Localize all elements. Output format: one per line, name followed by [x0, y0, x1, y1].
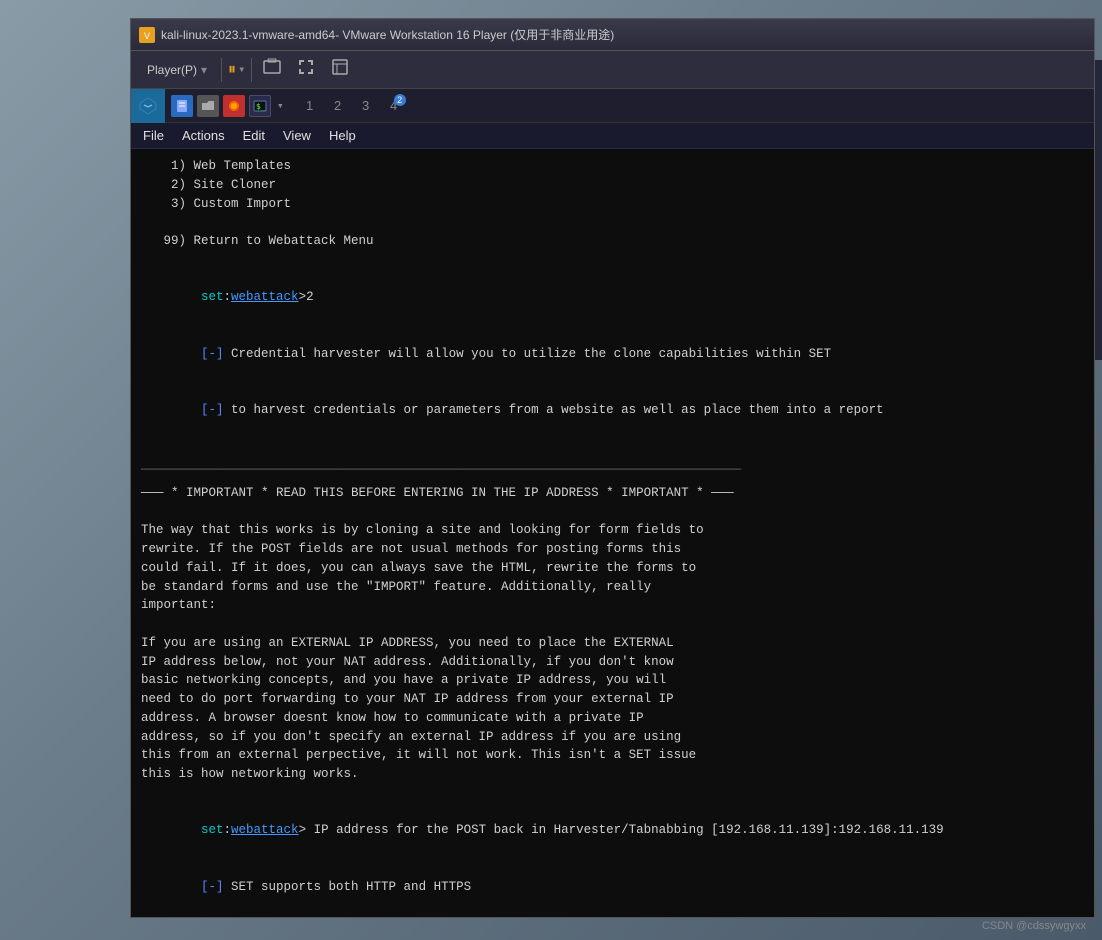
vmware-window: V kali-linux-2023.1-vmware-amd64- VMware…: [130, 18, 1095, 918]
bracket-text-1: Credential harvester will allow you to u…: [224, 347, 832, 361]
pause-dropdown[interactable]: ▾: [238, 62, 245, 77]
menu-file[interactable]: File: [135, 126, 172, 145]
kali-icon: [131, 89, 165, 123]
settings-button[interactable]: [326, 55, 354, 84]
bracket-text-2: to harvest credentials or parameters fro…: [224, 403, 884, 417]
tab-icon-folder[interactable]: [197, 95, 219, 117]
bracket-minus-1: [-]: [201, 347, 224, 361]
tab-icons: $_ ▾: [165, 95, 290, 117]
info-line-13: this is how networking works.: [141, 765, 1084, 784]
toolbar: Player(P) ▾ ⏸ ▾: [131, 51, 1094, 89]
prompt-colon: :: [224, 290, 232, 304]
dropdown-arrow-icon: ▾: [201, 63, 207, 77]
tab-3[interactable]: 3: [352, 92, 380, 120]
blank-1: [141, 213, 1084, 232]
tab-icon-files[interactable]: [171, 95, 193, 117]
tab-4-badge: 2: [394, 94, 406, 106]
menu-edit[interactable]: Edit: [235, 126, 273, 145]
important-line: ——— * IMPORTANT * READ THIS BEFORE ENTER…: [141, 484, 1084, 503]
bracket-minus-2: [-]: [201, 403, 224, 417]
separator: ────────────────────────────────────────…: [141, 461, 1084, 480]
bracket-line-1: [-] Credential harvester will allow you …: [141, 326, 1084, 382]
http-bracket: [-]: [201, 880, 224, 894]
info-line-11: address, so if you don't specify an exte…: [141, 728, 1084, 747]
toolbar-divider-2: [251, 58, 252, 82]
window-title: kali-linux-2023.1-vmware-amd64- VMware W…: [161, 26, 1086, 43]
ip-prompt-colon: :: [224, 823, 232, 837]
prompt-line-1: set:webattack>2: [141, 270, 1084, 326]
info-line-9: need to do port forwarding to your NAT I…: [141, 690, 1084, 709]
blank-6: [141, 784, 1084, 803]
info-line-8: basic networking concepts, and you have …: [141, 671, 1084, 690]
blank-2: [141, 251, 1084, 270]
menu-line-3: 3) Custom Import: [141, 195, 1084, 214]
prompt-webattack: webattack: [231, 290, 299, 304]
ip-prompt-set: set: [201, 823, 224, 837]
info-line-7: IP address below, not your NAT address. …: [141, 653, 1084, 672]
vmware-icon: V: [139, 27, 155, 43]
menu-bar: File Actions Edit View Help: [131, 123, 1094, 149]
http-line: [-] SET supports both HTTP and HTTPS: [141, 859, 1084, 915]
tab-2[interactable]: 2: [324, 92, 352, 120]
ip-prompt-text: > IP address for the POST back in Harves…: [299, 823, 944, 837]
ip-prompt-line: set:webattack> IP address for the POST b…: [141, 803, 1084, 859]
example-line: [-] Example: http://www.thisisafakesite.…: [141, 915, 1084, 917]
terminal-dropdown-icon[interactable]: ▾: [277, 99, 284, 113]
pause-button[interactable]: ⏸ ▾: [228, 61, 245, 79]
prompt-input-1: >2: [299, 290, 314, 304]
prompt-set: set: [201, 290, 224, 304]
tab-numbers: 1 2 3 4 2: [296, 92, 408, 120]
pause-icon: ⏸: [228, 61, 236, 79]
ip-prompt-webattack: webattack: [231, 823, 299, 837]
menu-help[interactable]: Help: [321, 126, 364, 145]
title-bar: V kali-linux-2023.1-vmware-amd64- VMware…: [131, 19, 1094, 51]
blank-5: [141, 615, 1084, 634]
player-label: Player(P): [147, 63, 197, 77]
menu-line-99: 99) Return to Webattack Menu: [141, 232, 1084, 251]
snapshot-button[interactable]: [258, 55, 286, 84]
info-line-4: be standard forms and use the "IMPORT" f…: [141, 578, 1084, 597]
svg-text:V: V: [144, 31, 150, 41]
info-line-12: this from an external perpective, it wil…: [141, 746, 1084, 765]
tab-bar: $_ ▾ 1 2 3 4 2: [131, 89, 1094, 123]
terminal-content[interactable]: 1) Web Templates 2) Site Cloner 3) Custo…: [131, 149, 1094, 917]
bracket-line-2: [-] to harvest credentials or parameters…: [141, 382, 1084, 438]
info-line-6: If you are using an EXTERNAL IP ADDRESS,…: [141, 634, 1084, 653]
svg-text:$_: $_: [256, 102, 266, 111]
menu-line-2: 2) Site Cloner: [141, 176, 1084, 195]
info-line-2: rewrite. If the POST fields are not usua…: [141, 540, 1084, 559]
blank-3: [141, 438, 1084, 457]
player-menu-button[interactable]: Player(P) ▾: [139, 60, 215, 80]
menu-view[interactable]: View: [275, 126, 319, 145]
watermark: CSDN @cdssywgyxx: [982, 920, 1086, 932]
menu-line-1: 1) Web Templates: [141, 157, 1084, 176]
toolbar-divider-1: [221, 58, 222, 82]
tab-icon-terminal[interactable]: $_: [249, 95, 271, 117]
tab-1[interactable]: 1: [296, 92, 324, 120]
tab-4[interactable]: 4 2: [380, 92, 408, 120]
info-line-10: address. A browser doesnt know how to co…: [141, 709, 1084, 728]
menu-actions[interactable]: Actions: [174, 126, 233, 145]
info-line-3: could fail. If it does, you can always s…: [141, 559, 1084, 578]
http-text: SET supports both HTTP and HTTPS: [224, 880, 472, 894]
tab-icon-firefox[interactable]: [223, 95, 245, 117]
fullscreen-button[interactable]: [292, 55, 320, 84]
info-line-5: important:: [141, 596, 1084, 615]
terminal-container: $_ ▾ 1 2 3 4 2 File Actions Edit View He…: [131, 89, 1094, 917]
blank-4: [141, 503, 1084, 522]
info-line-1: The way that this works is by cloning a …: [141, 521, 1084, 540]
